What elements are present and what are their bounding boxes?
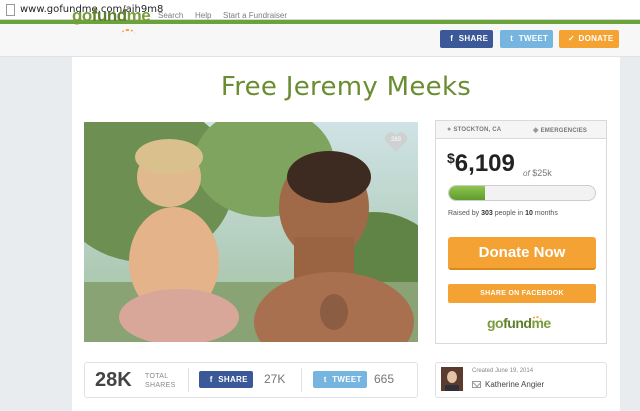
- header-tweet-button[interactable]: t TWEET: [500, 30, 553, 48]
- map-pin-icon: ●: [447, 126, 452, 133]
- progress-bar: [448, 185, 596, 201]
- raised-value: 6,109: [454, 150, 515, 177]
- creator-name[interactable]: Katherine Angier: [485, 380, 544, 389]
- donate-now-button[interactable]: Donate Now: [448, 237, 596, 270]
- total-shares-count: 28K: [95, 369, 132, 391]
- twitter-icon: t: [510, 34, 514, 43]
- campaign-photo-illustration: [84, 122, 418, 342]
- heart-count: 283: [390, 137, 401, 143]
- people-label: people in: [494, 210, 524, 217]
- months-label: months: [534, 210, 558, 217]
- facebook-icon: f: [209, 375, 213, 384]
- header-donate-label: DONATE: [578, 34, 614, 43]
- months-count: 10: [525, 210, 533, 217]
- logo-me: me: [126, 6, 151, 25]
- created-date: Created June 19, 2014: [472, 368, 534, 374]
- total-shares-label: TOTAL SHARES: [145, 373, 176, 389]
- card-logo-go: go: [487, 315, 504, 331]
- facebook-icon: f: [450, 34, 454, 43]
- mail-icon[interactable]: [472, 381, 481, 388]
- campaign-location[interactable]: ● STOCKTON, CA: [447, 126, 501, 133]
- avatar-image: [441, 367, 463, 391]
- campaign-title: Free Jeremy Meeks: [220, 72, 472, 102]
- card-logo-fund: fund: [503, 315, 532, 331]
- campaign-category[interactable]: ◆ EMERGENCIES: [533, 126, 587, 134]
- facebook-share-count: 27K: [264, 372, 286, 386]
- campaign-photo[interactable]: [84, 122, 418, 342]
- amount-raised: $6,109: [447, 150, 515, 178]
- page-icon: [6, 4, 15, 16]
- logo-go: go: [72, 6, 92, 25]
- card-gofundme-logo: gofundme: [487, 315, 551, 331]
- progress-bar-fill: [449, 186, 485, 200]
- twitter-share-count: 665: [374, 372, 395, 386]
- divider: [301, 368, 302, 392]
- gofundme-logo[interactable]: gofundme: [72, 6, 151, 26]
- header-share-label: SHARE: [458, 34, 489, 43]
- tag-icon: ◆: [533, 127, 539, 134]
- tweet-button-label: TWEET: [332, 375, 362, 384]
- share-button[interactable]: f SHARE: [199, 371, 253, 388]
- logo-sun-icon: [121, 29, 135, 35]
- people-count: 303: [481, 210, 493, 217]
- header-share-button[interactable]: f SHARE: [440, 30, 493, 48]
- header-tweet-label: TWEET: [518, 34, 549, 43]
- goal-prefix: of: [523, 169, 530, 178]
- location-text: STOCKTON, CA: [453, 127, 502, 133]
- header-donate-button[interactable]: ✓ DONATE: [559, 30, 619, 48]
- share-button-label: SHARE: [218, 375, 248, 384]
- card-logo-sun-icon: [531, 316, 542, 322]
- twitter-icon: t: [323, 375, 327, 384]
- raised-by-prefix: Raised by: [448, 210, 480, 217]
- currency-symbol: $: [447, 150, 455, 166]
- nav-start-fundraiser-link[interactable]: Start a Fundraiser: [223, 11, 287, 20]
- tweet-button[interactable]: t TWEET: [313, 371, 367, 388]
- logo-fund: fund: [91, 6, 127, 25]
- divider: [188, 368, 189, 392]
- goal-value: $25k: [532, 168, 552, 178]
- avatar[interactable]: [441, 367, 463, 391]
- nav-search-link[interactable]: Search: [158, 11, 183, 20]
- category-text: EMERGENCIES: [540, 128, 588, 134]
- goal-amount: of $25k: [523, 168, 552, 178]
- nav-help-link[interactable]: Help: [195, 11, 211, 20]
- checkmark-icon: ✓: [567, 34, 575, 43]
- share-on-facebook-button[interactable]: SHARE ON FACEBOOK: [448, 284, 596, 303]
- raised-by-text: Raised by 303 people in 10 months: [448, 210, 558, 217]
